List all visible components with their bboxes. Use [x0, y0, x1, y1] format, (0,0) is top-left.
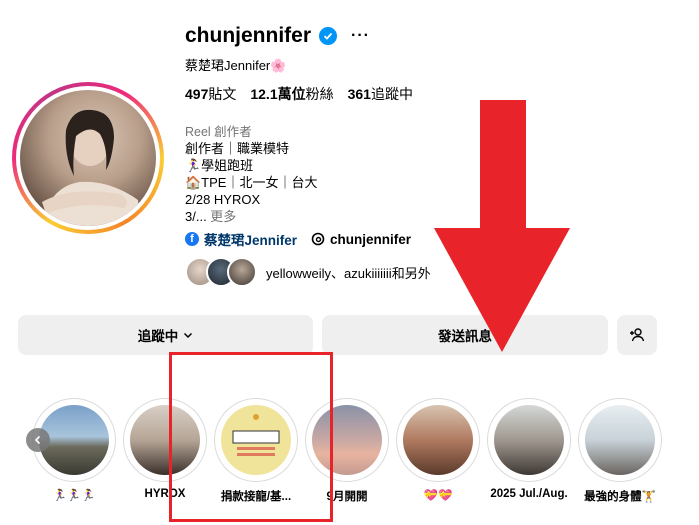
highlight-cover	[403, 405, 473, 475]
chevron-left-icon	[34, 435, 41, 445]
facebook-link-label: 蔡楚珺Jennifer	[204, 233, 298, 248]
suggest-users-button[interactable]	[617, 315, 657, 355]
verified-badge-icon	[319, 27, 338, 45]
following-count: 361	[347, 86, 371, 102]
followers-stat[interactable]: 12.1萬位粉絲	[250, 84, 333, 104]
highlight-ring	[487, 398, 571, 482]
full-name: 蔡楚珺Jennifer🌸	[185, 58, 287, 73]
following-label: 追蹤中	[370, 86, 413, 102]
followed-by[interactable]: yellowweily、azukiiiiiii和另外	[185, 257, 431, 287]
profile-avatar[interactable]	[12, 82, 164, 234]
following-stat[interactable]: 361追蹤中	[348, 84, 413, 104]
following-button[interactable]: 追蹤中	[18, 315, 313, 355]
bio: 創作者｜職業模特 🏃‍♀️學姐跑班 🏠TPE｜北一女｜台大 2/28 HYROX…	[185, 140, 317, 225]
followers-label: 粉絲	[305, 86, 334, 102]
annotation-highlight-box	[169, 352, 333, 522]
chevron-down-icon	[184, 332, 193, 339]
threads-icon	[311, 232, 325, 246]
add-user-icon	[630, 328, 645, 342]
posts-count: 497	[185, 86, 209, 102]
followers-count: 12.1萬位	[250, 86, 306, 102]
bio-line: 創作者｜職業模特	[185, 141, 290, 156]
highlight-ring	[396, 398, 480, 482]
highlight-item[interactable]: 最強的身體🏋️	[578, 398, 662, 504]
bio-more-link[interactable]: 更多	[207, 209, 236, 224]
profile-category: Reel 創作者	[185, 125, 252, 139]
bio-line-last: 3/... 更多	[185, 208, 317, 225]
avatar-photo	[20, 90, 156, 226]
story-highlights: 🏃‍♀️🏃‍♀️🏃‍♀️ HYROX 捐款接龍/基... 9月開開 💝💝 202…	[18, 398, 662, 508]
highlight-label: 最強的身體🏋️	[584, 491, 656, 503]
threads-link-label: chunjennifer	[330, 231, 412, 247]
highlight-item[interactable]: 💝💝	[396, 398, 480, 502]
highlight-label: 🏃‍♀️🏃‍♀️🏃‍♀️	[52, 490, 96, 502]
highlight-label: 💝💝	[423, 490, 453, 502]
followed-by-text: yellowweily、azukiiiiiii和另外	[266, 265, 431, 281]
highlight-item[interactable]: 2025 Jul./Aug.	[487, 398, 571, 500]
facebook-link[interactable]: f 蔡楚珺Jennifer	[185, 229, 297, 249]
annotation-down-arrow	[434, 100, 570, 352]
profile-stats: 497貼文 12.1萬位粉絲 361追蹤中	[185, 84, 413, 104]
username: chunjennifer	[185, 24, 312, 47]
username-row: chunjennifer ···	[185, 24, 370, 48]
avatar-ring-gap	[16, 86, 160, 230]
bio-line: 2/28 HYROX	[185, 192, 261, 207]
threads-link[interactable]: chunjennifer	[311, 232, 411, 247]
more-options-button[interactable]: ···	[351, 27, 370, 45]
posts-stat: 497貼文	[185, 84, 236, 104]
highlight-cover	[585, 405, 655, 475]
follower-avatar	[227, 257, 257, 287]
following-button-label: 追蹤中	[137, 329, 179, 344]
highlight-label: 2025 Jul./Aug.	[490, 488, 568, 500]
posts-label: 貼文	[208, 86, 237, 102]
highlight-ring	[578, 398, 662, 482]
highlight-cover	[494, 405, 564, 475]
profile-links: f 蔡楚珺Jennifer chunjennifer	[185, 229, 411, 249]
bio-line: 🏃‍♀️學姐跑班	[185, 158, 254, 173]
highlights-prev-button[interactable]	[26, 428, 50, 452]
bio-line: 🏠TPE｜北一女｜台大	[185, 175, 318, 190]
bio-line-truncated: 3/...	[185, 209, 207, 224]
facebook-icon: f	[185, 232, 199, 246]
